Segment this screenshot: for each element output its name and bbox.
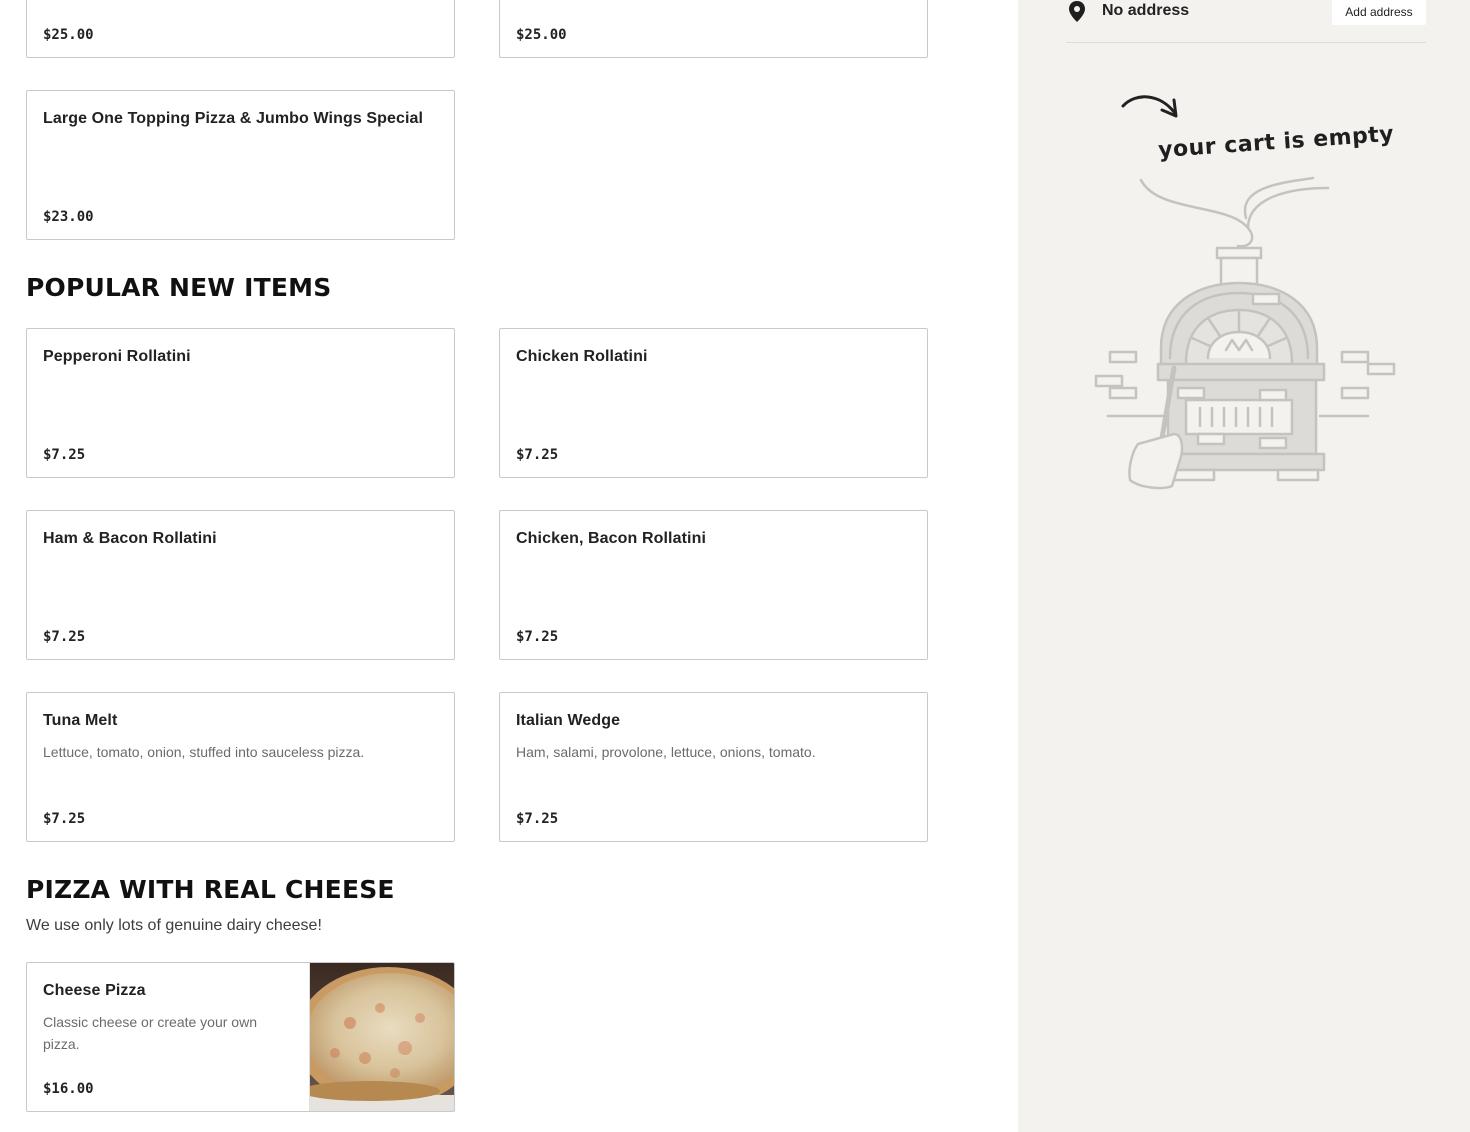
item-name: Large One Topping Pizza & Jumbo Wings Sp… [43,110,424,127]
menu-item-card[interactable]: Pepperoni Rollatini $7.25 [26,328,455,478]
menu-item-card[interactable]: $25.00 [499,0,928,58]
item-price: $7.25 [43,447,86,463]
item-price: $25.00 [516,27,567,43]
menu-item-card[interactable]: Italian Wedge Ham, salami, provolone, le… [499,692,928,842]
item-description: Lettuce, tomato, onion, stuffed into sau… [43,744,365,760]
add-address-button[interactable]: Add address [1332,0,1426,25]
pizza-oven-illustration [1094,95,1396,490]
item-price: $7.25 [516,629,559,645]
address-row: No address Add address [1066,0,1426,43]
item-name: Tuna Melt [43,712,118,729]
item-price: $16.00 [43,1081,94,1097]
item-price: $7.25 [516,447,559,463]
cheese-pizza-photo [296,963,454,1111]
menu-item-card[interactable]: $25.00 [26,0,455,58]
menu-main: $25.00 $25.00 Large One Topping Pizza & … [0,0,1018,1132]
item-price: $23.00 [43,209,94,225]
item-name: Chicken Rollatini [516,348,648,365]
address-text: No address [1102,2,1190,19]
item-price: $7.25 [43,811,86,827]
menu-item-card[interactable]: Chicken, Bacon Rollatini $7.25 [499,510,928,660]
menu-item-card[interactable]: Chicken Rollatini $7.25 [499,328,928,478]
menu-item-card[interactable]: Cheese Pizza Classic cheese or create yo… [26,962,455,1112]
cart-sidebar: No address Add address your cart is empt… [1018,0,1470,1132]
item-price: $7.25 [516,811,559,827]
item-name: Ham & Bacon Rollatini [43,530,217,547]
item-name: Chicken, Bacon Rollatini [516,530,706,547]
menu-item-card[interactable]: Ham & Bacon Rollatini $7.25 [26,510,455,660]
map-pin-icon [1068,0,1086,29]
section-title-popular: POPULAR NEW ITEMS [26,273,332,302]
item-description: Ham, salami, provolone, lettuce, onions,… [516,744,816,760]
item-price: $25.00 [43,27,94,43]
menu-item-card[interactable]: Tuna Melt Lettuce, tomato, onion, stuffe… [26,692,455,842]
item-description: Classic cheese or create your own pizza. [43,1014,257,1052]
section-title-cheese: PIZZA WITH REAL CHEESE [26,875,395,904]
menu-item-card[interactable]: Large One Topping Pizza & Jumbo Wings Sp… [26,90,455,240]
section-subtitle: We use only lots of genuine dairy cheese… [26,917,322,934]
item-price: $7.25 [43,629,86,645]
item-name: Pepperoni Rollatini [43,348,191,365]
item-name: Italian Wedge [516,712,621,729]
